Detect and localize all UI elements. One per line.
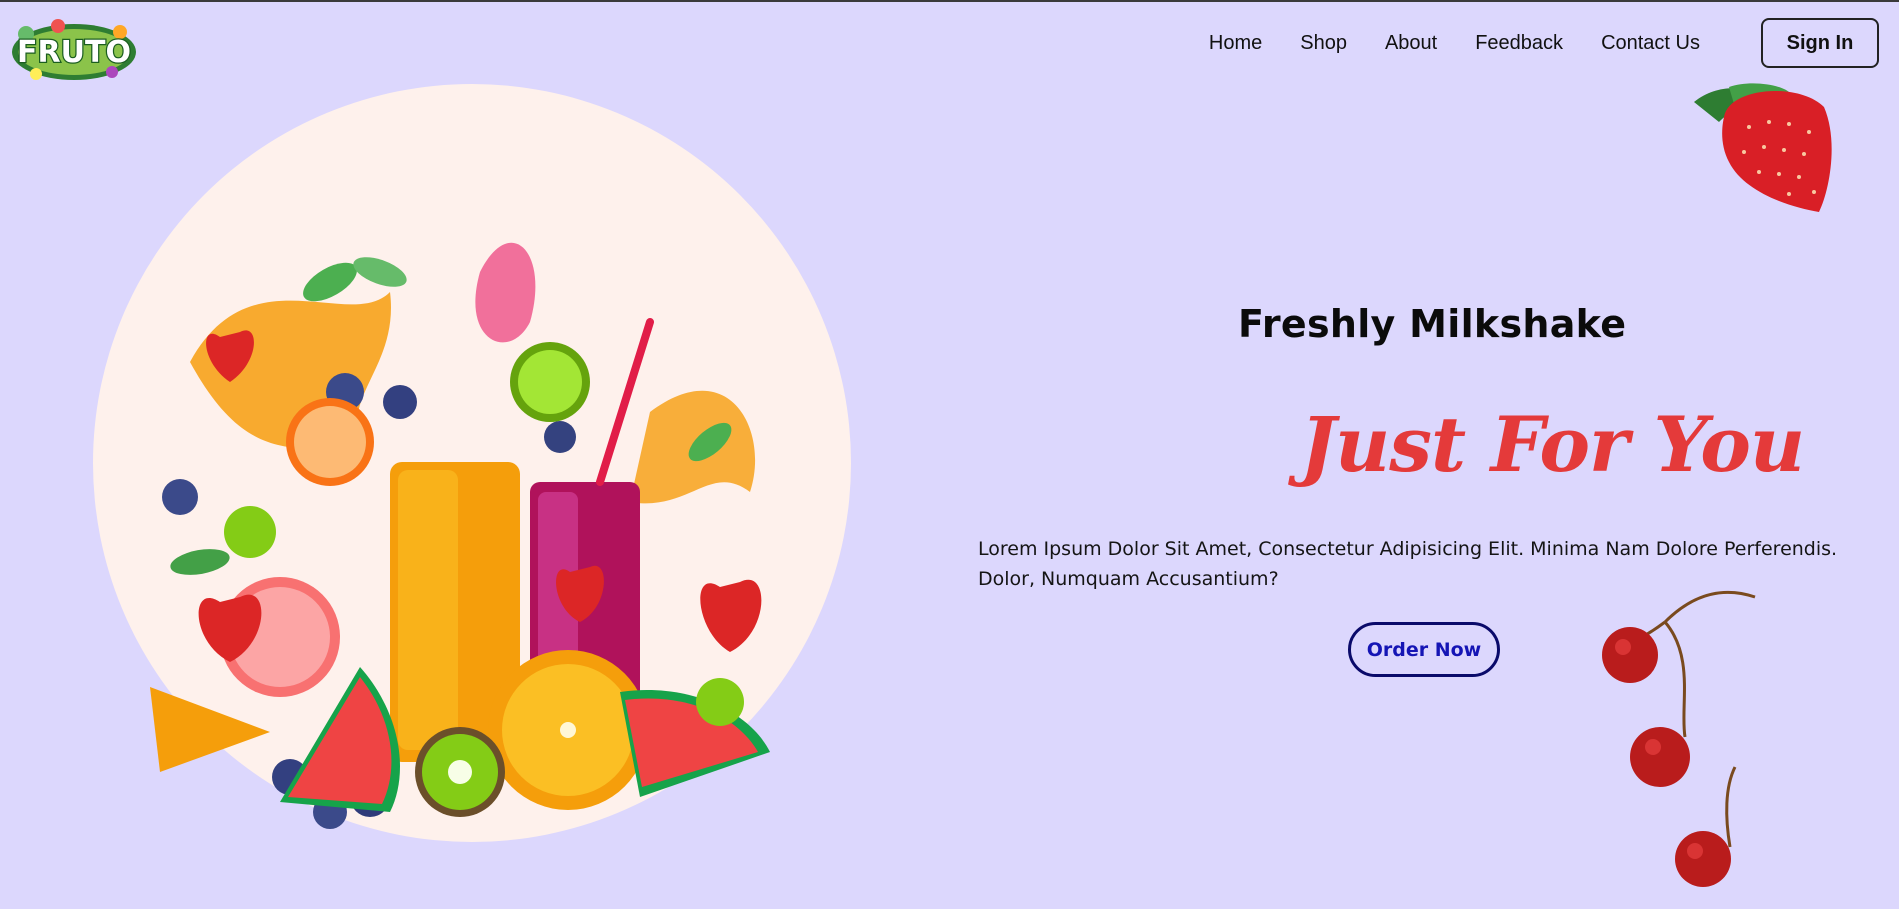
logo-graphic: FRUTO — [12, 19, 136, 80]
nav-shop[interactable]: Shop — [1281, 30, 1366, 56]
nav-feedback[interactable]: Feedback — [1456, 30, 1582, 56]
nav-contact-us[interactable]: Contact Us — [1582, 30, 1719, 56]
sign-in-button[interactable]: Sign In — [1761, 18, 1879, 68]
fruit-juice-illustration — [150, 242, 770, 829]
hero-subtitle: Freshly Milkshake — [1238, 302, 1627, 346]
nav-about[interactable]: About — [1366, 30, 1456, 56]
hero-headline: Just For You — [1300, 400, 1805, 489]
order-now-button[interactable]: Order Now — [1348, 622, 1500, 677]
logo-text: FRUTO — [17, 35, 131, 70]
cherries-decoration — [1602, 590, 1756, 887]
logo[interactable]: FRUTO — [8, 12, 140, 86]
hero-description: Lorem Ipsum Dolor Sit Amet, Consectetur … — [978, 538, 1838, 590]
strawberry-decoration — [1694, 83, 1832, 212]
nav-home[interactable]: Home — [1190, 30, 1281, 56]
main-nav: Home Shop About Feedback Contact Us — [1190, 30, 1719, 56]
